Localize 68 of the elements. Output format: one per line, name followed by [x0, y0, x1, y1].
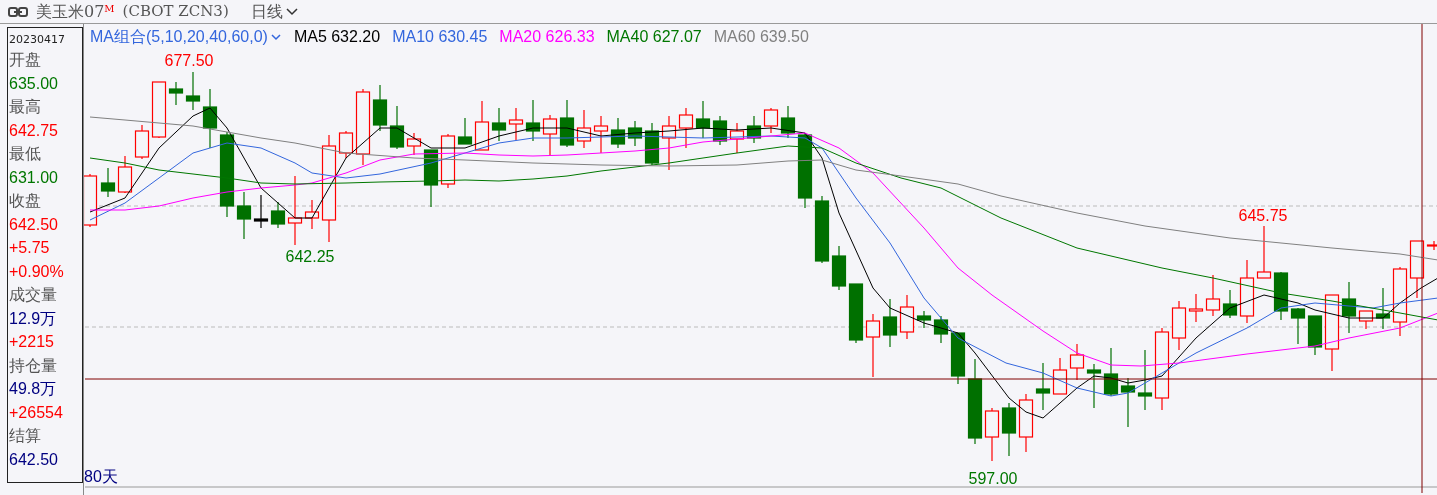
candlestick [1120, 377, 1136, 428]
instrument-title: 美玉米07$^{M}$ [36, 0, 115, 23]
price-label: 677.50 [164, 52, 214, 69]
link-icon[interactable] [8, 6, 28, 17]
candlestick [1018, 393, 1034, 453]
candlestick [1052, 357, 1068, 395]
candlestick [253, 194, 269, 229]
candlestick [576, 109, 592, 149]
candlestick [100, 167, 116, 198]
field-label: 收盘 [9, 190, 42, 212]
period-label: 80天 [84, 468, 118, 485]
candlestick [559, 99, 575, 148]
field-value: 49.8万 [9, 379, 58, 399]
field-value: +0.90% [9, 261, 65, 282]
price-label: 645.75 [1238, 207, 1288, 224]
field-value: 642.75 [9, 120, 59, 141]
field-value: +2215 [9, 332, 55, 352]
candlestick [695, 100, 711, 139]
candlestick [882, 298, 898, 348]
candlestick [1290, 307, 1306, 345]
candlestick [1035, 362, 1051, 411]
candlestick [1137, 349, 1153, 411]
price-label: 642.25 [285, 248, 335, 265]
caret-icon [284, 6, 299, 17]
field-value: 642.50 [9, 214, 59, 235]
candlestick [1273, 271, 1289, 321]
field-value: 631.00 [9, 167, 59, 188]
candlestick [661, 115, 677, 171]
candlestick [1001, 402, 1017, 457]
candlestick [610, 117, 626, 149]
candlestick [593, 115, 609, 154]
candlestick [542, 114, 558, 157]
field-label: 成交量 [9, 284, 58, 306]
candlestick [1086, 363, 1102, 409]
field-value: 12.9万 [9, 308, 58, 329]
caret-icon [269, 32, 282, 42]
moving-average-reading: MA5 632.20 [293, 27, 381, 47]
candlestick [1256, 225, 1272, 279]
field-value: 642.50 [9, 449, 59, 470]
moving-average-reading: MA40 627.07 [606, 27, 702, 47]
candlestick [746, 115, 762, 144]
candlestick [848, 283, 864, 344]
field-label: 开盘 [9, 49, 42, 71]
candlestick [865, 313, 881, 378]
period-dropdown[interactable]: 日线 [250, 0, 299, 24]
candlestick [1103, 347, 1119, 397]
field-value: +26554 [9, 402, 64, 423]
price-label: 597.00 [968, 470, 1018, 487]
candlestick [1069, 343, 1085, 381]
field-label: 持仓量 [9, 354, 58, 377]
candlestick [678, 107, 694, 149]
field-value: +5.75 [9, 238, 51, 258]
moving-average-reading: MA20 626.33 [499, 27, 595, 47]
field-value: 635.00 [9, 73, 59, 94]
moving-average-reading: MA60 639.50 [713, 27, 809, 47]
field-label: 结算 [9, 425, 42, 447]
moving-average-reading: MA10 630.45 [392, 27, 488, 47]
candlestick [525, 99, 541, 142]
field-label: 最高 [9, 96, 42, 118]
candlestick [712, 115, 728, 146]
candlestick [763, 107, 779, 134]
instrument-code: (CBOT ZCN3) [122, 1, 229, 23]
indicator-selector[interactable]: MA组合(5,10,20,40,60,0) [90, 25, 282, 49]
candlestick [508, 107, 524, 141]
field-label: 最低 [9, 143, 42, 165]
candlestick [117, 155, 133, 194]
date-text: 20230417 [9, 32, 66, 48]
candlestick [729, 122, 745, 154]
